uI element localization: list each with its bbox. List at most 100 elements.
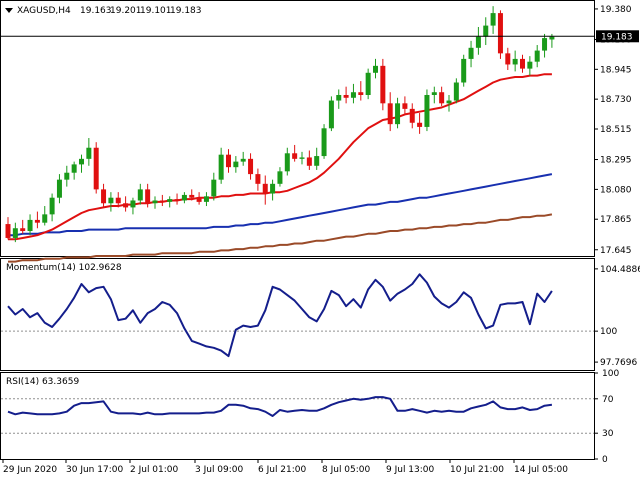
candle bbox=[130, 197, 136, 215]
candle bbox=[248, 153, 254, 180]
candle-body bbox=[534, 50, 540, 62]
candle bbox=[328, 96, 334, 132]
time-tick-label: 14 Jul 05:00 bbox=[514, 465, 568, 475]
candle-body bbox=[336, 94, 342, 101]
rsi-tick-label: 70 bbox=[602, 395, 614, 405]
candle-body bbox=[123, 203, 129, 208]
momentum-tick-label: 100 bbox=[600, 327, 617, 337]
candle-body bbox=[512, 58, 518, 65]
candle bbox=[42, 206, 48, 226]
candle bbox=[417, 113, 423, 134]
candle bbox=[108, 192, 114, 212]
rsi-label: RSI(14) 63.3659 bbox=[6, 377, 79, 387]
candle-body bbox=[248, 158, 254, 175]
candle bbox=[137, 183, 143, 205]
candle bbox=[270, 179, 276, 201]
candle-body bbox=[270, 183, 276, 194]
candle-body bbox=[174, 199, 180, 201]
time-tick-label: 6 Jul 21:00 bbox=[258, 465, 307, 475]
price-tick-label: 17.865 bbox=[600, 215, 632, 225]
price-tick-label: 17.645 bbox=[600, 246, 632, 256]
candle bbox=[439, 86, 445, 107]
candle bbox=[284, 147, 290, 176]
candle-body bbox=[475, 36, 481, 48]
candle-body bbox=[181, 194, 187, 201]
time-tick-label: 10 Jul 21:00 bbox=[450, 465, 504, 475]
price-tick-label: 18.730 bbox=[600, 95, 632, 105]
candle-body bbox=[321, 128, 327, 157]
candle bbox=[424, 89, 430, 132]
candle-body bbox=[196, 197, 202, 202]
candle-body bbox=[431, 92, 437, 95]
candle bbox=[196, 192, 202, 205]
candle bbox=[20, 219, 26, 234]
candle bbox=[159, 194, 165, 207]
symbol-label: XAGUSD,H4 bbox=[17, 6, 71, 16]
candle bbox=[306, 150, 312, 170]
candle-body bbox=[34, 219, 40, 223]
candle bbox=[365, 68, 371, 100]
time-tick-label: 30 Jun 17:00 bbox=[66, 465, 123, 475]
candle bbox=[93, 142, 99, 194]
momentum-path bbox=[7, 273, 553, 358]
candle-body bbox=[49, 197, 55, 215]
price-axis: 19.38019.16018.94518.73018.51518.29518.0… bbox=[594, 5, 632, 256]
momentum-tick-label: 104.4886 bbox=[600, 265, 640, 275]
candle-body bbox=[306, 157, 312, 166]
momentum-tick-label: 97.7696 bbox=[600, 358, 637, 368]
candle-body bbox=[79, 158, 84, 165]
rsi-tick-label: 0 bbox=[602, 455, 608, 465]
candle bbox=[497, 10, 503, 59]
candle bbox=[505, 47, 511, 71]
candle bbox=[101, 183, 107, 208]
candle bbox=[277, 167, 283, 187]
candle-body bbox=[424, 94, 430, 127]
candle-body bbox=[5, 224, 11, 238]
time-tick-label: 8 Jul 05:00 bbox=[322, 465, 371, 475]
candle-body bbox=[490, 13, 496, 26]
candle-body bbox=[71, 164, 77, 173]
ohlc-close: 19.183 bbox=[170, 6, 202, 16]
candle bbox=[395, 97, 401, 129]
candle-body bbox=[402, 103, 408, 109]
candle-body bbox=[358, 92, 364, 95]
candle-body bbox=[42, 214, 48, 223]
candle-body bbox=[292, 153, 298, 159]
candle bbox=[468, 40, 474, 68]
price-tick-label: 18.945 bbox=[600, 65, 632, 75]
candle-body bbox=[314, 156, 320, 166]
candle bbox=[262, 175, 268, 205]
candle bbox=[534, 45, 540, 68]
candle-body bbox=[468, 47, 474, 59]
candle bbox=[211, 172, 217, 201]
momentum-label: Momentum(14) 102.9628 bbox=[6, 263, 122, 273]
time-tick-label: 3 Jul 09:00 bbox=[195, 465, 244, 475]
candle bbox=[292, 144, 298, 162]
ohlc-low: 19.101 bbox=[140, 6, 172, 16]
candle-body bbox=[328, 100, 334, 129]
candle-body bbox=[453, 82, 459, 101]
candle-body bbox=[159, 200, 165, 202]
symbol-dropdown-icon[interactable] bbox=[5, 8, 13, 13]
rsi-tick-label: 100 bbox=[602, 369, 619, 379]
candle bbox=[56, 174, 62, 204]
candle bbox=[64, 165, 70, 187]
candle-body bbox=[255, 174, 261, 184]
candle bbox=[409, 103, 415, 129]
candle bbox=[461, 54, 467, 87]
candle-body bbox=[262, 183, 268, 194]
candle-body bbox=[497, 13, 503, 54]
candle bbox=[299, 151, 305, 165]
candle bbox=[520, 54, 525, 73]
candle bbox=[387, 92, 393, 132]
candle bbox=[483, 17, 489, 46]
candle-body bbox=[137, 189, 143, 201]
candle-body bbox=[299, 157, 305, 159]
candle-body bbox=[446, 100, 452, 104]
candle bbox=[86, 138, 92, 166]
candle bbox=[431, 86, 437, 104]
candle bbox=[218, 147, 224, 184]
candle-body bbox=[461, 58, 467, 83]
candle bbox=[542, 33, 548, 58]
candle-body bbox=[12, 228, 18, 238]
